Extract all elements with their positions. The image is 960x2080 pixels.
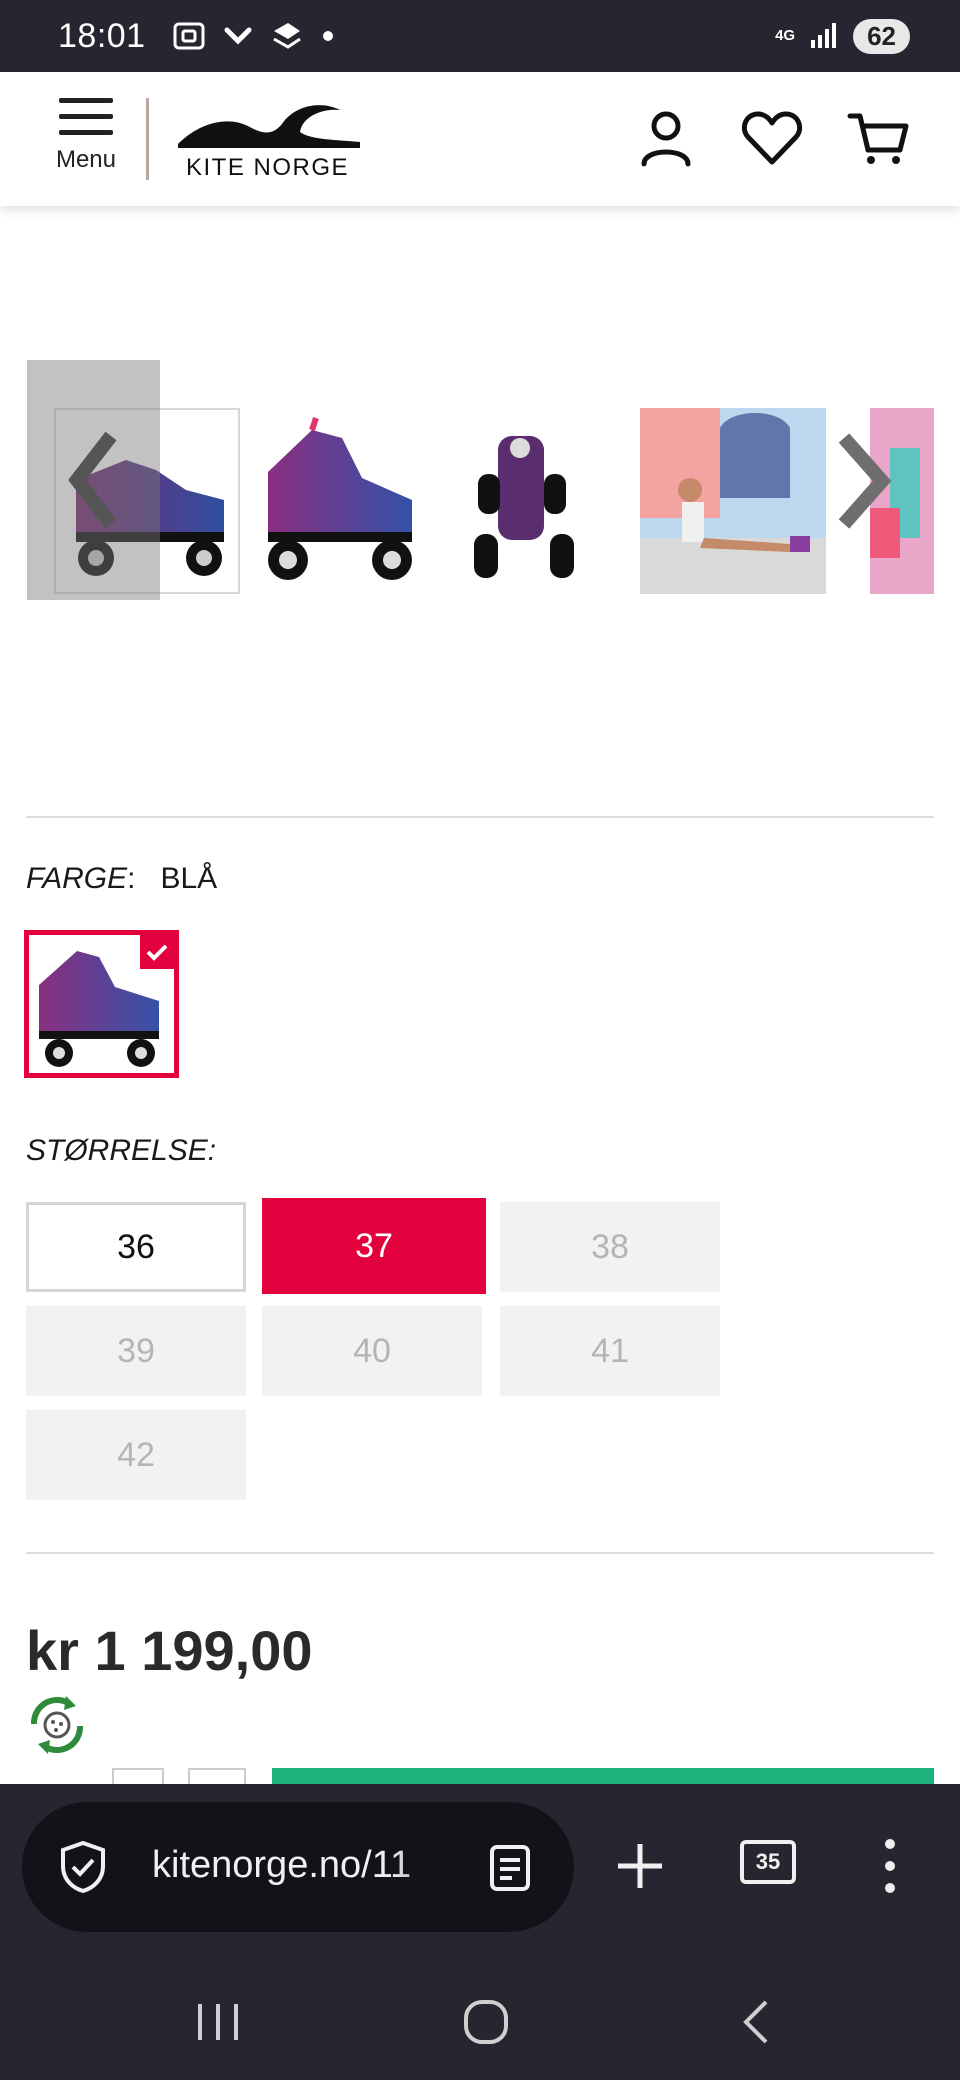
size-option-41: 41: [500, 1306, 720, 1396]
network-type: 4G: [775, 27, 796, 44]
shield-check-icon[interactable]: [58, 1840, 108, 1894]
size-option-36[interactable]: 36: [26, 1202, 246, 1292]
lifestyle-photo-image: [640, 408, 826, 594]
gallery-thumbnail[interactable]: [640, 408, 826, 594]
status-time: 18:01: [58, 16, 146, 55]
back-icon[interactable]: [738, 1998, 774, 2046]
color-value: BLÅ: [160, 862, 218, 895]
home-icon[interactable]: [462, 1998, 510, 2046]
site-header: Menu KITE NORGE: [0, 72, 960, 206]
site-logo[interactable]: KITE NORGE: [170, 96, 370, 186]
size-option-42: 42: [26, 1410, 246, 1500]
divider: [26, 1552, 934, 1554]
chevron-down-icon: [224, 27, 252, 45]
check-icon: [140, 935, 174, 969]
color-label: FARGE: BLÅ: [26, 862, 218, 895]
address-bar[interactable]: kitenorge.no/11: [22, 1802, 574, 1932]
gallery-next-button[interactable]: [826, 416, 906, 546]
divider: [26, 816, 934, 818]
wishlist-heart-icon[interactable]: [740, 106, 804, 170]
recent-apps-icon[interactable]: [194, 2000, 242, 2044]
tab-count-button[interactable]: 35: [740, 1840, 796, 1884]
new-tab-plus-icon[interactable]: [614, 1840, 666, 1892]
app-notification-icon: [272, 23, 301, 49]
logo-text: KITE NORGE: [186, 154, 350, 181]
system-navigation-bar: [0, 1962, 960, 2080]
gallery-prev-button[interactable]: [27, 360, 160, 600]
roller-skate-image: [268, 417, 412, 580]
product-gallery: [0, 360, 960, 610]
cart-icon[interactable]: [846, 106, 910, 170]
menu-label: Menu: [55, 146, 117, 173]
wave-logo-icon: [178, 105, 360, 148]
gallery-thumbnail[interactable]: [440, 408, 626, 594]
size-option-39: 39: [26, 1306, 246, 1396]
header-divider: [146, 98, 149, 180]
signal-icon: [811, 23, 837, 48]
size-option-37[interactable]: 37: [262, 1198, 486, 1294]
reader-mode-icon[interactable]: [488, 1844, 532, 1892]
chevron-right-icon: [838, 433, 892, 529]
battery-level: 62: [853, 18, 910, 54]
status-bar: 18:01 4G 62: [0, 0, 960, 72]
hamburger-icon: [59, 98, 113, 135]
chevron-left-icon: [68, 431, 117, 529]
dot-icon: [322, 31, 333, 41]
product-price: kr 1 199,00: [26, 1619, 313, 1682]
account-icon[interactable]: [634, 106, 698, 170]
menu-button[interactable]: Menu: [48, 98, 124, 188]
size-option-38: 38: [500, 1202, 720, 1292]
status-notification-icons: [172, 19, 334, 53]
color-swatch-blue[interactable]: [24, 930, 179, 1078]
roller-skate-front-image: [474, 436, 574, 578]
more-options-icon[interactable]: [884, 1836, 896, 1896]
gallery-thumbnail[interactable]: [242, 408, 428, 594]
size-label: STØRRELSE:: [26, 1134, 217, 1167]
browser-toolbar: kitenorge.no/11 35: [0, 1784, 960, 1962]
recycle-badge-icon[interactable]: [20, 1688, 94, 1762]
size-option-40: 40: [262, 1306, 482, 1396]
screenshot-icon: [173, 22, 205, 50]
